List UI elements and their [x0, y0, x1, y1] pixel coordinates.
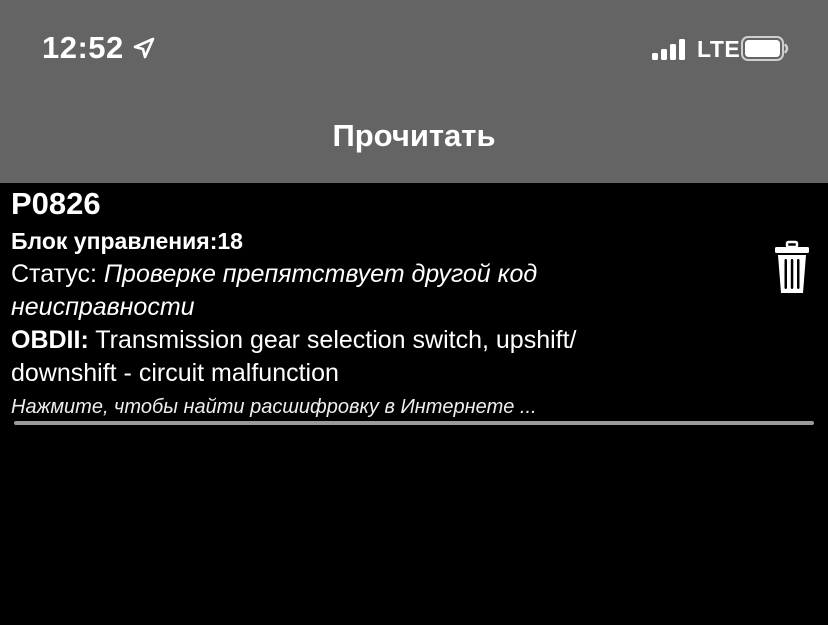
screen: 12:52 LTE Прочитать P0826 Блок управлени… — [0, 0, 828, 625]
trash-icon[interactable] — [772, 240, 812, 296]
error-code: P0826 — [11, 186, 101, 221]
time-label: 12:52 — [42, 30, 124, 65]
page-title: Прочитать — [332, 118, 496, 153]
search-online-link[interactable]: Нажмите, чтобы найти расшифровку в Интер… — [11, 392, 771, 422]
obd-label: OBDII: — [11, 326, 89, 354]
battery-icon — [741, 36, 789, 61]
obd-text-cont: downshift - circuit malfunction — [11, 359, 339, 387]
location-arrow-icon — [133, 37, 155, 59]
top-bar: 12:52 LTE Прочитать — [0, 0, 828, 183]
status-line: Статус: Проверке препятствует другой код — [11, 258, 771, 291]
divider — [14, 421, 814, 425]
status-time: 12:52 — [42, 30, 156, 66]
control-unit: Блок управления:18 — [11, 224, 771, 258]
obd-description: OBDII: Transmission gear selection switc… — [11, 324, 771, 357]
cellular-signal-icon — [652, 38, 688, 60]
error-code-entry[interactable]: P0826 Блок управления:18 Статус: Проверк… — [11, 186, 771, 422]
control-unit-value: 18 — [217, 228, 243, 254]
status-value: Проверке препятствует другой код — [103, 260, 538, 288]
status-value-cont: неисправности — [11, 293, 195, 321]
network-type: LTE — [697, 36, 741, 62]
status-label: Статус: — [11, 260, 104, 288]
obd-text: Transmission gear selection switch, upsh… — [88, 326, 577, 354]
control-unit-label: Блок управления: — [11, 228, 218, 254]
